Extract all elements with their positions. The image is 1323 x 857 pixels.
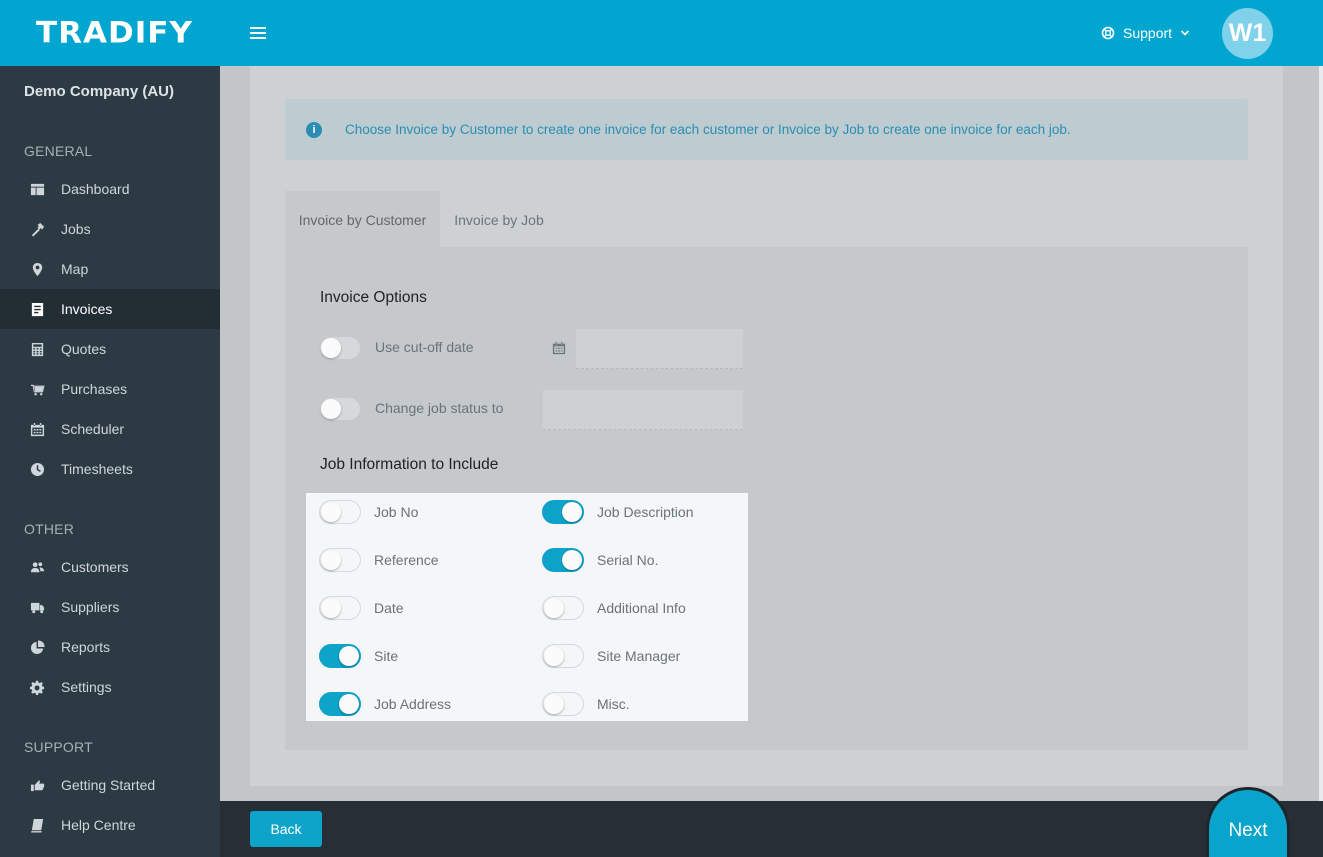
change-status-toggle[interactable] [319, 397, 361, 421]
reference-toggle[interactable] [319, 548, 361, 572]
sidebar-item-label: Getting Started [61, 777, 156, 793]
back-button[interactable]: Back [250, 811, 322, 847]
use-cutoff-label: Use cut-off date [375, 339, 474, 355]
scroll-edge [1319, 66, 1323, 801]
job-no-toggle[interactable] [319, 500, 361, 524]
sidebar-item-label: Map [61, 261, 89, 277]
section-support: SUPPORT [24, 739, 93, 755]
site-manager-toggle[interactable] [542, 644, 584, 668]
sidebar-item-timesheets[interactable]: Timesheets [0, 449, 220, 489]
truck-icon [29, 599, 45, 615]
lifebuoy-icon [1101, 26, 1115, 40]
calculator-icon [29, 341, 45, 357]
support-dropdown[interactable]: Support [1101, 22, 1190, 44]
job-address-toggle[interactable] [319, 692, 361, 716]
date-toggle[interactable] [319, 596, 361, 620]
section-other: OTHER [24, 521, 74, 537]
avatar[interactable]: W1 [1222, 8, 1273, 59]
sidebar-item-label: Jobs [61, 221, 91, 237]
sidebar-item-label: Scheduler [61, 421, 125, 437]
additional-info-toggle[interactable] [542, 596, 584, 620]
scroll-track[interactable] [1283, 66, 1319, 801]
logo[interactable]: TRADIFY [36, 16, 193, 50]
sidebar-item-jobs[interactable]: Jobs [0, 209, 220, 249]
sidebar-item-label: Timesheets [61, 461, 133, 477]
misc-toggle[interactable] [542, 692, 584, 716]
sidebar-item-label: Suppliers [61, 599, 120, 615]
job-info-options: Job No Reference Date Site Job Address J… [306, 493, 748, 721]
hand-point-icon [29, 777, 45, 793]
sidebar-item-label: Reports [61, 639, 111, 655]
misc-label: Misc. [597, 696, 630, 712]
invoice-icon [29, 301, 45, 317]
sidebar-item-purchases[interactable]: Purchases [0, 369, 220, 409]
gear-icon [29, 679, 45, 695]
job-no-label: Job No [374, 504, 419, 520]
date-label: Date [374, 600, 404, 616]
sidebar-item-label: Quotes [61, 341, 107, 357]
menu-icon[interactable] [250, 27, 266, 39]
job-status-select[interactable] [543, 390, 743, 430]
sidebar-item-reports[interactable]: Reports [0, 627, 220, 667]
clock-icon [29, 461, 45, 477]
tab-invoice-by-job[interactable]: Invoice by Job [440, 191, 558, 248]
sidebar-item-suppliers[interactable]: Suppliers [0, 587, 220, 627]
sidebar-item-label: Settings [61, 679, 112, 695]
sidebar-item-label: Customers [61, 559, 129, 575]
sidebar-item-label: Dashboard [61, 181, 130, 197]
info-text: Choose Invoice by Customer to create one… [345, 122, 1071, 137]
sidebar-item-invoices[interactable]: Invoices [0, 289, 220, 329]
company-name[interactable]: Demo Company (AU) [24, 83, 174, 100]
sidebar-item-quotes[interactable]: Quotes [0, 329, 220, 369]
sidebar-item-map[interactable]: Map [0, 249, 220, 289]
invoice-options-title: Invoice Options [320, 289, 427, 306]
book-icon [29, 817, 45, 833]
users-icon [29, 559, 45, 575]
sidebar-item-label: Purchases [61, 381, 128, 397]
sidebar-item-settings[interactable]: Settings [0, 667, 220, 707]
use-cutoff-toggle[interactable] [319, 336, 361, 360]
sidebar-item-scheduler[interactable]: Scheduler [0, 409, 220, 449]
site-label: Site [374, 648, 399, 664]
reference-label: Reference [374, 552, 439, 568]
additional-info-label: Additional Info [597, 600, 686, 616]
calendar-icon [29, 421, 45, 437]
job-info-title: Job Information to Include [320, 456, 499, 473]
tab-invoice-by-customer[interactable]: Invoice by Customer [285, 191, 440, 248]
map-pin-icon [29, 261, 45, 277]
chevron-down-icon [1180, 30, 1190, 36]
info-icon: i [306, 121, 322, 138]
pie-chart-icon [29, 639, 45, 655]
change-status-label: Change job status to [375, 400, 504, 416]
sidebar-item-getting-started[interactable]: Getting Started [0, 765, 220, 805]
sidebar-item-customers[interactable]: Customers [0, 547, 220, 587]
serial-no-label: Serial No. [597, 552, 659, 568]
top-bar: TRADIFY Support W1 [0, 0, 1323, 66]
section-general: GENERAL [24, 143, 93, 159]
cutoff-date-input[interactable] [576, 329, 743, 369]
hammer-icon [29, 221, 45, 237]
sidebar-item-label: Invoices [61, 301, 113, 317]
site-manager-label: Site Manager [597, 648, 681, 664]
job-description-label: Job Description [597, 504, 694, 520]
support-label: Support [1123, 25, 1173, 41]
cart-icon [29, 381, 45, 397]
sidebar-item-label: Help Centre [61, 817, 136, 833]
calendar-icon [552, 341, 566, 355]
sidebar-item-dashboard[interactable]: Dashboard [0, 169, 220, 209]
site-toggle[interactable] [319, 644, 361, 668]
job-address-label: Job Address [374, 696, 452, 712]
next-button[interactable]: Next [1206, 787, 1290, 857]
dashboard-icon [29, 181, 45, 197]
bottom-action-bar [220, 801, 1323, 857]
info-alert: i Choose Invoice by Customer to create o… [285, 99, 1248, 160]
job-description-toggle[interactable] [542, 500, 584, 524]
serial-no-toggle[interactable] [542, 548, 584, 572]
sidebar: Demo Company (AU) GENERAL Dashboard Jobs… [0, 66, 220, 857]
sidebar-item-help-centre[interactable]: Help Centre [0, 805, 220, 845]
